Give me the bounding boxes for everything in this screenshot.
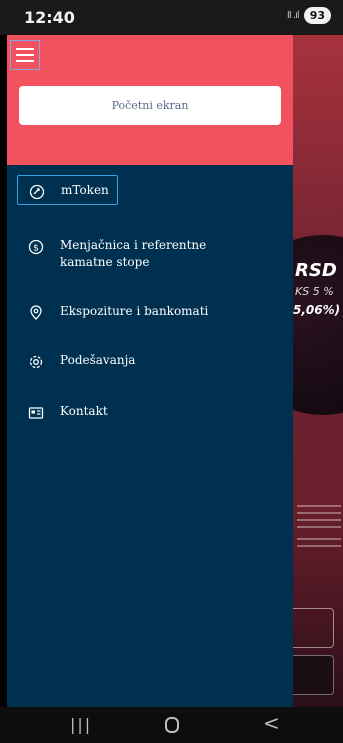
background-button-outline[interactable] xyxy=(293,608,334,648)
menu-item-label: Kontakt xyxy=(60,404,108,418)
menu-item-label: Ekspoziture i bankomati xyxy=(60,304,209,318)
drawer-header: Početni ekran xyxy=(7,35,293,165)
navigation-drawer: Početni ekran mToken $ Menjačnica i refe… xyxy=(7,35,293,707)
home-screen-button[interactable]: Početni ekran xyxy=(19,86,281,125)
home-button[interactable] xyxy=(165,717,179,733)
signal-icon: Ⅱ .ıl xyxy=(286,10,300,21)
menu-item-label: mToken xyxy=(61,183,109,197)
promo-fineprint xyxy=(297,505,341,565)
status-indicators: Ⅱ .ıl 93 xyxy=(287,7,331,24)
location-icon xyxy=(26,303,46,323)
menu-item-branches[interactable]: Ekspoziture i bankomati xyxy=(17,303,208,323)
background-button-dark[interactable] xyxy=(293,655,334,695)
promo-ks: KS 5 % xyxy=(295,285,334,298)
menu-item-label: Podešavanja xyxy=(60,353,136,367)
contact-card-icon xyxy=(26,403,46,423)
menu-item-label: Menjačnica i referentne kamatne stope xyxy=(60,238,207,269)
background-app[interactable]: RSD KS 5 % 5,06%) xyxy=(293,35,343,707)
svg-text:$: $ xyxy=(33,244,39,254)
promo-currency: RSD xyxy=(295,260,337,281)
menu-item-contact[interactable]: Kontakt xyxy=(17,403,108,423)
token-icon xyxy=(27,182,47,202)
battery-badge: 93 xyxy=(303,7,331,24)
system-navigation-bar: ||| < xyxy=(0,707,343,743)
dollar-icon: $ xyxy=(26,237,46,257)
recents-button[interactable]: ||| xyxy=(70,715,92,734)
gear-icon xyxy=(26,352,46,372)
promo-rate: 5,06%) xyxy=(293,303,341,317)
hamburger-menu-icon[interactable] xyxy=(10,40,40,70)
menu-item-mtoken[interactable]: mToken xyxy=(17,175,118,205)
menu-item-exchange[interactable]: $ Menjačnica i referentne kamatne stope xyxy=(17,237,257,271)
menu-item-settings[interactable]: Podešavanja xyxy=(17,352,135,372)
status-time: 12:40 xyxy=(24,8,75,27)
back-button[interactable]: < xyxy=(263,711,280,735)
status-bar: 12:40 Ⅱ .ıl 93 xyxy=(0,0,343,35)
